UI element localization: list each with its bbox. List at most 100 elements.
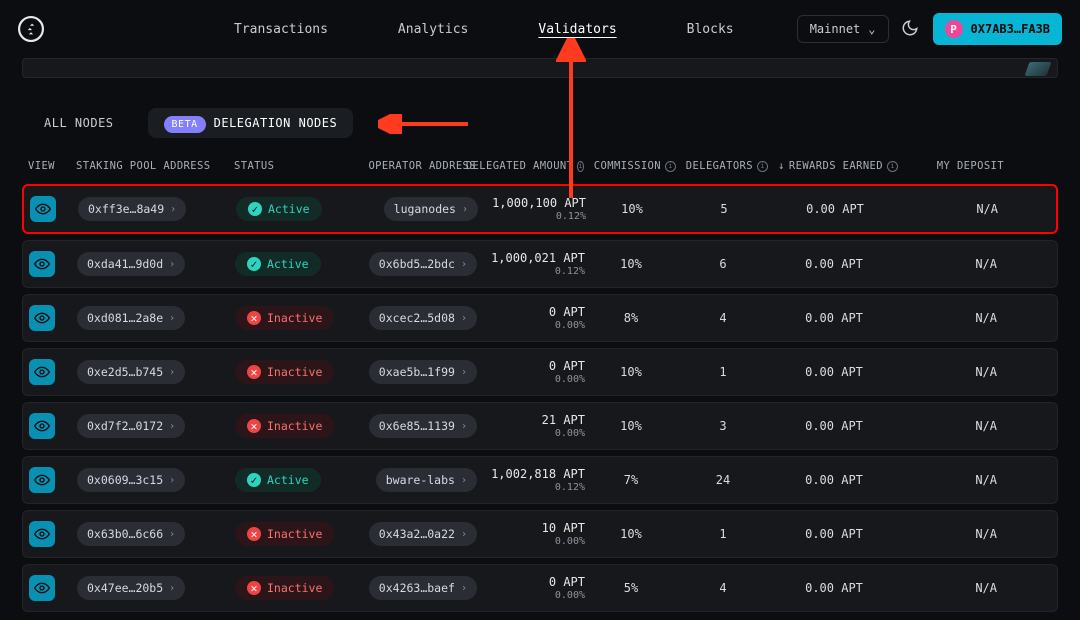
sort-icon: ↓ (778, 160, 785, 172)
info-icon: i (757, 161, 768, 172)
rewards-value: 0.00 APT (769, 473, 899, 487)
operator-address: 0x43a2…0a22 (379, 527, 455, 541)
nav-transactions[interactable]: Transactions (234, 22, 328, 37)
node-tabs: ALL NODES BETA DELEGATION NODES (0, 78, 1080, 152)
delegators-count: 4 (677, 581, 769, 595)
view-button[interactable] (29, 521, 55, 547)
pool-address-pill[interactable]: 0xd7f2…0172› (77, 414, 185, 438)
status-badge: ✕Inactive (235, 576, 334, 600)
status-label: Inactive (267, 311, 322, 325)
delegated-amount: 0 APT0.00% (477, 359, 585, 385)
operator-pill[interactable]: 0x4263…baef› (369, 576, 477, 600)
col-delegators[interactable]: DELEGATORSi (676, 160, 768, 172)
nav-validators[interactable]: Validators (538, 22, 616, 37)
operator-pill[interactable]: 0x6bd5…2bdc› (369, 252, 477, 276)
pool-address-pill[interactable]: 0x0609…3c15› (77, 468, 185, 492)
network-select[interactable]: Mainnet ⌄ (797, 15, 889, 43)
commission-value: 10% (585, 257, 677, 271)
deposit-value: N/A (899, 419, 1005, 433)
delegated-pct: 0.12% (477, 266, 585, 277)
table-row[interactable]: 0xda41…9d0d›✓Active0x6bd5…2bdc›1,000,021… (22, 240, 1058, 288)
wallet-address: 0X7AB3…FA3B (971, 22, 1050, 36)
tab-delegation-nodes[interactable]: BETA DELEGATION NODES (148, 108, 354, 138)
view-button[interactable] (30, 196, 56, 222)
table-row[interactable]: 0x47ee…20b5›✕Inactive0x4263…baef›0 APT0.… (22, 564, 1058, 612)
chevron-right-icon: › (169, 259, 175, 270)
table-header: VIEW STAKING POOL ADDRESS STATUS OPERATO… (22, 152, 1058, 184)
delegated-pct: 0.00% (477, 320, 585, 331)
chevron-right-icon: › (461, 313, 467, 324)
chevron-right-icon: › (461, 421, 467, 432)
delegated-pct: 0.00% (477, 590, 585, 601)
tab-all-nodes[interactable]: ALL NODES (28, 108, 130, 138)
operator-address: bware-labs (386, 473, 455, 487)
chevron-down-icon: ⌄ (868, 22, 875, 36)
view-button[interactable] (29, 575, 55, 601)
theme-toggle[interactable] (901, 19, 919, 40)
nav-analytics[interactable]: Analytics (398, 22, 468, 37)
header: Transactions Analytics Validators Blocks… (0, 0, 1080, 58)
tab-delegation-label: DELEGATION NODES (214, 116, 338, 130)
delegated-amount: 21 APT0.00% (477, 413, 585, 439)
col-commission[interactable]: COMMISSIONi (584, 160, 676, 172)
validators-table: VIEW STAKING POOL ADDRESS STATUS OPERATO… (0, 152, 1080, 612)
operator-pill[interactable]: bware-labs › (376, 468, 477, 492)
view-button[interactable] (29, 305, 55, 331)
view-button[interactable] (29, 251, 55, 277)
info-icon: i (665, 161, 676, 172)
col-deposit[interactable]: MY DEPOSIT (898, 160, 1004, 172)
operator-address: 0xae5b…1f99 (379, 365, 455, 379)
delegated-amount: 0 APT0.00% (477, 305, 585, 331)
status-badge: ✕Inactive (235, 414, 334, 438)
check-icon: ✓ (247, 257, 261, 271)
beta-badge: BETA (164, 116, 206, 133)
operator-pill[interactable]: 0xcec2…5d08› (369, 306, 477, 330)
deposit-value: N/A (900, 202, 1006, 216)
chevron-right-icon: › (461, 475, 467, 486)
col-pool[interactable]: STAKING POOL ADDRESS (76, 160, 234, 172)
main-nav: Transactions Analytics Validators Blocks (234, 22, 797, 37)
chevron-right-icon: › (462, 204, 468, 215)
table-row[interactable]: 0x0609…3c15›✓Activebware-labs›1,002,818 … (22, 456, 1058, 504)
operator-pill[interactable]: 0xae5b…1f99› (369, 360, 477, 384)
col-status[interactable]: STATUS (234, 160, 358, 172)
pool-address-pill[interactable]: 0xd081…2a8e› (77, 306, 185, 330)
pool-address-pill[interactable]: 0xe2d5…b745› (77, 360, 185, 384)
commission-value: 10% (585, 527, 677, 541)
pool-address-pill[interactable]: 0x63b0…6c66› (77, 522, 185, 546)
pool-address-pill[interactable]: 0x47ee…20b5› (77, 576, 185, 600)
delegators-count: 24 (677, 473, 769, 487)
delegators-count: 1 (677, 365, 769, 379)
view-button[interactable] (29, 413, 55, 439)
pool-address-pill[interactable]: 0xff3e…8a49› (78, 197, 186, 221)
chevron-right-icon: › (170, 204, 176, 215)
chevron-right-icon: › (461, 529, 467, 540)
status-label: Inactive (267, 527, 322, 541)
view-button[interactable] (29, 359, 55, 385)
col-operator[interactable]: OPERATOR ADDRESS (358, 160, 476, 172)
operator-address: luganodes (394, 202, 456, 216)
status-badge: ✓Active (236, 197, 322, 221)
col-rewards[interactable]: ↓REWARDS EARNEDi (768, 160, 898, 172)
table-row[interactable]: 0xe2d5…b745›✕Inactive0xae5b…1f99›0 APT0.… (22, 348, 1058, 396)
operator-pill[interactable]: 0x6e85…1139› (369, 414, 477, 438)
table-row[interactable]: 0xff3e…8a49› ✓Active luganodes › 1,000,100 A… (22, 184, 1058, 234)
pool-address-pill[interactable]: 0xda41…9d0d› (77, 252, 185, 276)
nav-blocks[interactable]: Blocks (687, 22, 734, 37)
col-delegated[interactable]: DELEGATED AMOUNTi (476, 160, 584, 172)
delegated-amount: 1,000,100 APT0.12% (478, 196, 586, 222)
operator-pill[interactable]: luganodes › (384, 197, 478, 221)
wallet-button[interactable]: P 0X7AB3…FA3B (933, 13, 1062, 45)
commission-value: 10% (585, 365, 677, 379)
table-row[interactable]: 0xd081…2a8e›✕Inactive0xcec2…5d08›0 APT0.… (22, 294, 1058, 342)
deposit-value: N/A (899, 365, 1005, 379)
pool-address: 0xe2d5…b745 (87, 365, 163, 379)
delegators-count: 6 (677, 257, 769, 271)
operator-pill[interactable]: 0x43a2…0a22 › (369, 522, 477, 546)
pool-address: 0xd7f2…0172 (87, 419, 163, 433)
table-row[interactable]: 0xd7f2…0172›✕Inactive0x6e85…1139›21 APT0… (22, 402, 1058, 450)
delegated-amount: 1,000,021 APT0.12% (477, 251, 585, 277)
view-button[interactable] (29, 467, 55, 493)
aptos-logo-icon (18, 16, 44, 42)
table-row[interactable]: 0x63b0…6c66›✕Inactive0x43a2…0a22›10 APT0… (22, 510, 1058, 558)
